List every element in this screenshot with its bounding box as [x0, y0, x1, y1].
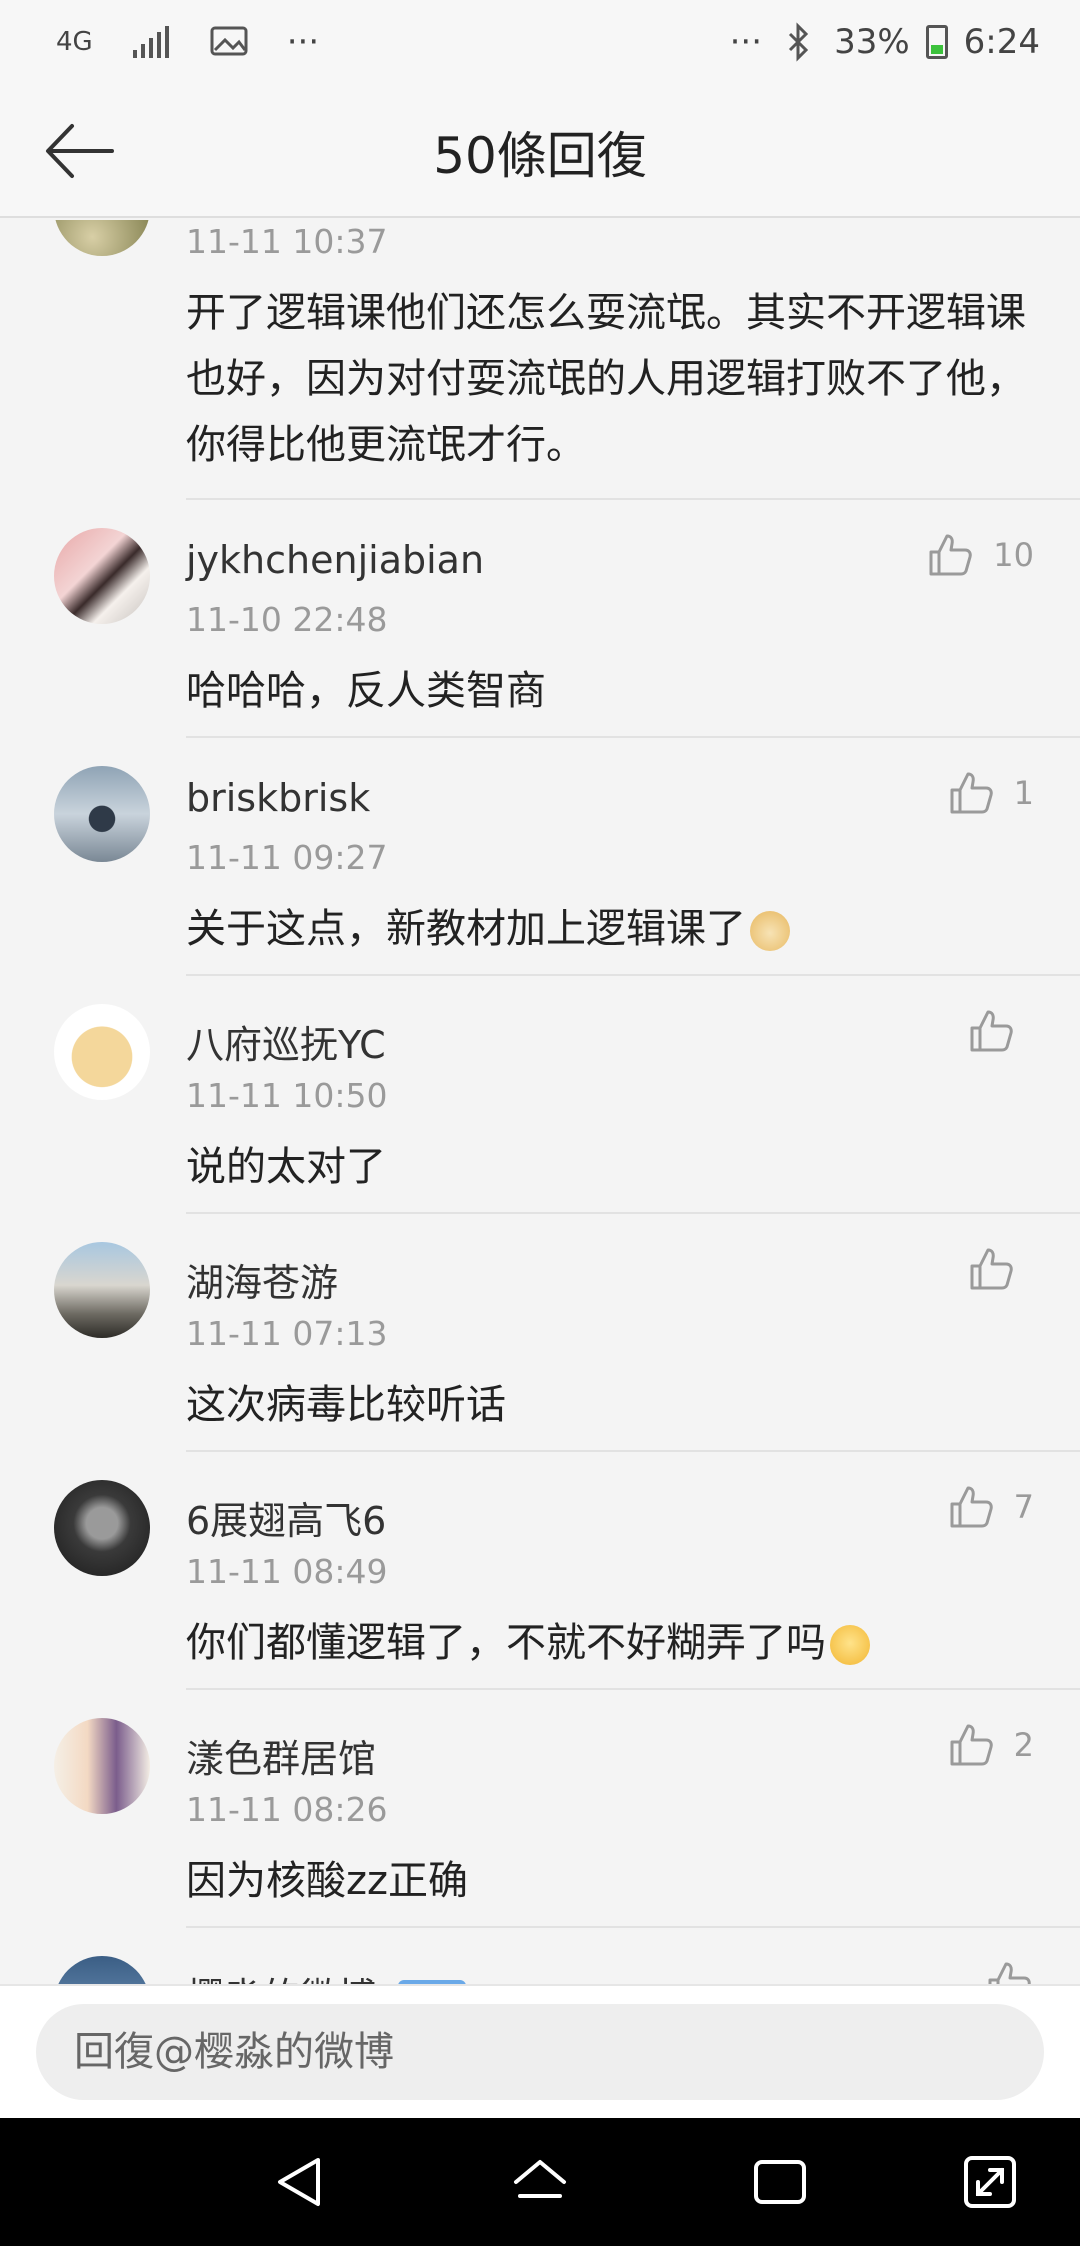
comment-text: 因为核酸zz正确 [186, 1858, 468, 1904]
comment-text: 你们都懂逻辑了，不就不好糊弄了吗 [186, 1610, 870, 1668]
expand-screen-icon[interactable] [960, 2152, 1020, 2212]
comment-time: 11-11 09:27 [186, 838, 388, 877]
comment-time: 11-11 07:13 [186, 1314, 388, 1353]
comment-item[interactable]: briskbrisk 11-11 09:27 关于这点，新教材加上逻辑课了 1 [0, 738, 1080, 976]
thumbs-up-icon [950, 1486, 993, 1528]
recent-apps-icon[interactable] [750, 2152, 810, 2212]
comment-username[interactable]: 八府巡抚YC [186, 1014, 386, 1069]
thumbs-up-icon [950, 1724, 993, 1766]
more-notifications-icon: ··· [286, 22, 320, 62]
comment-time: 11-10 22:48 [186, 600, 388, 639]
avatar[interactable] [54, 1004, 150, 1100]
reply-bar: 回復@樱淼的微博 [0, 1984, 1080, 2118]
like-count: 7 [1013, 1488, 1034, 1526]
like-button[interactable]: 7 [946, 1482, 1034, 1532]
avatar[interactable] [54, 766, 150, 862]
comment-item[interactable]: 湖海苍游 11-11 07:13 这次病毒比较听话 [0, 1214, 1080, 1452]
like-count: 1 [1013, 774, 1034, 812]
comment-item[interactable]: 八府巡抚YC 11-11 10:50 说的太对了 [0, 976, 1080, 1214]
system-navigation-bar [0, 2118, 1080, 2246]
comment-time: 11-11 08:26 [186, 1790, 388, 1829]
network-type-icon: 4G [56, 27, 93, 57]
comment-text: 哈哈哈，反人类智商 [186, 668, 546, 714]
like-button[interactable]: 1 [946, 768, 1034, 818]
more-status-icon: ··· [729, 22, 763, 62]
thumbs-up-icon [929, 534, 973, 576]
like-count: 2 [1013, 1726, 1034, 1764]
avatar[interactable] [54, 528, 150, 624]
like-button[interactable] [966, 1006, 1034, 1056]
avatar[interactable] [54, 220, 150, 256]
comment-username[interactable]: 6展翅高飞6 [186, 1490, 386, 1545]
home-icon[interactable] [510, 2152, 570, 2212]
page-title: 50條回復 [433, 127, 647, 185]
like-button[interactable] [984, 1958, 1034, 1984]
battery-percent: 33% [834, 22, 910, 62]
like-count: 10 [993, 536, 1034, 574]
comment-text-content: 关于这点，新教材加上逻辑课了 [186, 906, 746, 952]
thumbs-up-icon [988, 1962, 1031, 1984]
comment-username[interactable]: 樱淼的微博 铁粉 [186, 1966, 467, 1984]
comment-username-text: 樱淼的微博 [186, 1975, 376, 1984]
comment-time: 11-11 08:49 [186, 1552, 388, 1591]
comment-username[interactable]: jykhchenjiabian [186, 538, 484, 582]
comment-username[interactable]: briskbrisk [186, 776, 370, 820]
comment-list[interactable]: 11-11 10:37 开了逻辑课他们还怎么耍流氓。其实不开逻辑课也好，因为对付… [0, 220, 1080, 1984]
thumbs-up-icon [970, 1010, 1013, 1052]
avatar[interactable] [54, 1242, 150, 1338]
signal-strength-icon [132, 26, 169, 58]
bluetooth-icon [789, 22, 809, 62]
top-app-bar: 50條回復 [0, 90, 1080, 218]
comment-text-content: 你们都懂逻辑了，不就不好糊弄了吗 [186, 1620, 826, 1666]
avatar[interactable] [54, 1956, 150, 1984]
comment-text: 说的太对了 [186, 1144, 386, 1190]
image-notification-icon [210, 26, 248, 56]
battery-icon [925, 25, 948, 59]
clock: 6:24 [963, 22, 1040, 62]
comment-item[interactable]: 樱淼的微博 铁粉 [0, 1928, 1080, 1984]
comment-time: 11-11 10:50 [186, 1076, 388, 1115]
smile-emoji-icon [830, 1625, 870, 1665]
comment-text: 这次病毒比较听话 [186, 1382, 506, 1428]
avatar[interactable] [54, 1480, 150, 1576]
comment-item[interactable]: jykhchenjiabian 11-10 22:48 哈哈哈，反人类智商 10 [0, 500, 1080, 738]
thumbs-up-icon [950, 772, 993, 814]
doge-emoji-icon [750, 911, 790, 951]
comment-item[interactable]: 漾色群居馆 11-11 08:26 因为核酸zz正确 2 [0, 1690, 1080, 1928]
reply-input[interactable]: 回復@樱淼的微博 [36, 2004, 1044, 2100]
comment-username[interactable]: 漾色群居馆 [186, 1728, 376, 1783]
comment-item[interactable]: 11-11 10:37 开了逻辑课他们还怎么耍流氓。其实不开逻辑课也好，因为对付… [0, 220, 1080, 500]
comment-username[interactable]: 湖海苍游 [186, 1252, 338, 1307]
status-bar: 4G ··· ··· 33% 6:24 [0, 0, 1080, 90]
avatar[interactable] [54, 1718, 150, 1814]
like-button[interactable] [966, 1244, 1034, 1294]
comment-text: 开了逻辑课他们还怎么耍流氓。其实不开逻辑课也好，因为对付耍流氓的人用逻辑打败不了… [186, 290, 1026, 468]
like-button[interactable]: 2 [946, 1720, 1034, 1770]
thumbs-up-icon [970, 1248, 1013, 1290]
comment-item[interactable]: 6展翅高飞6 11-11 08:49 你们都懂逻辑了，不就不好糊弄了吗 7 [0, 1452, 1080, 1690]
like-button[interactable]: 10 [925, 530, 1034, 580]
comment-time: 11-11 10:37 [186, 222, 388, 261]
comment-text: 关于这点，新教材加上逻辑课了 [186, 896, 790, 954]
back-triangle-icon[interactable] [270, 2152, 330, 2212]
